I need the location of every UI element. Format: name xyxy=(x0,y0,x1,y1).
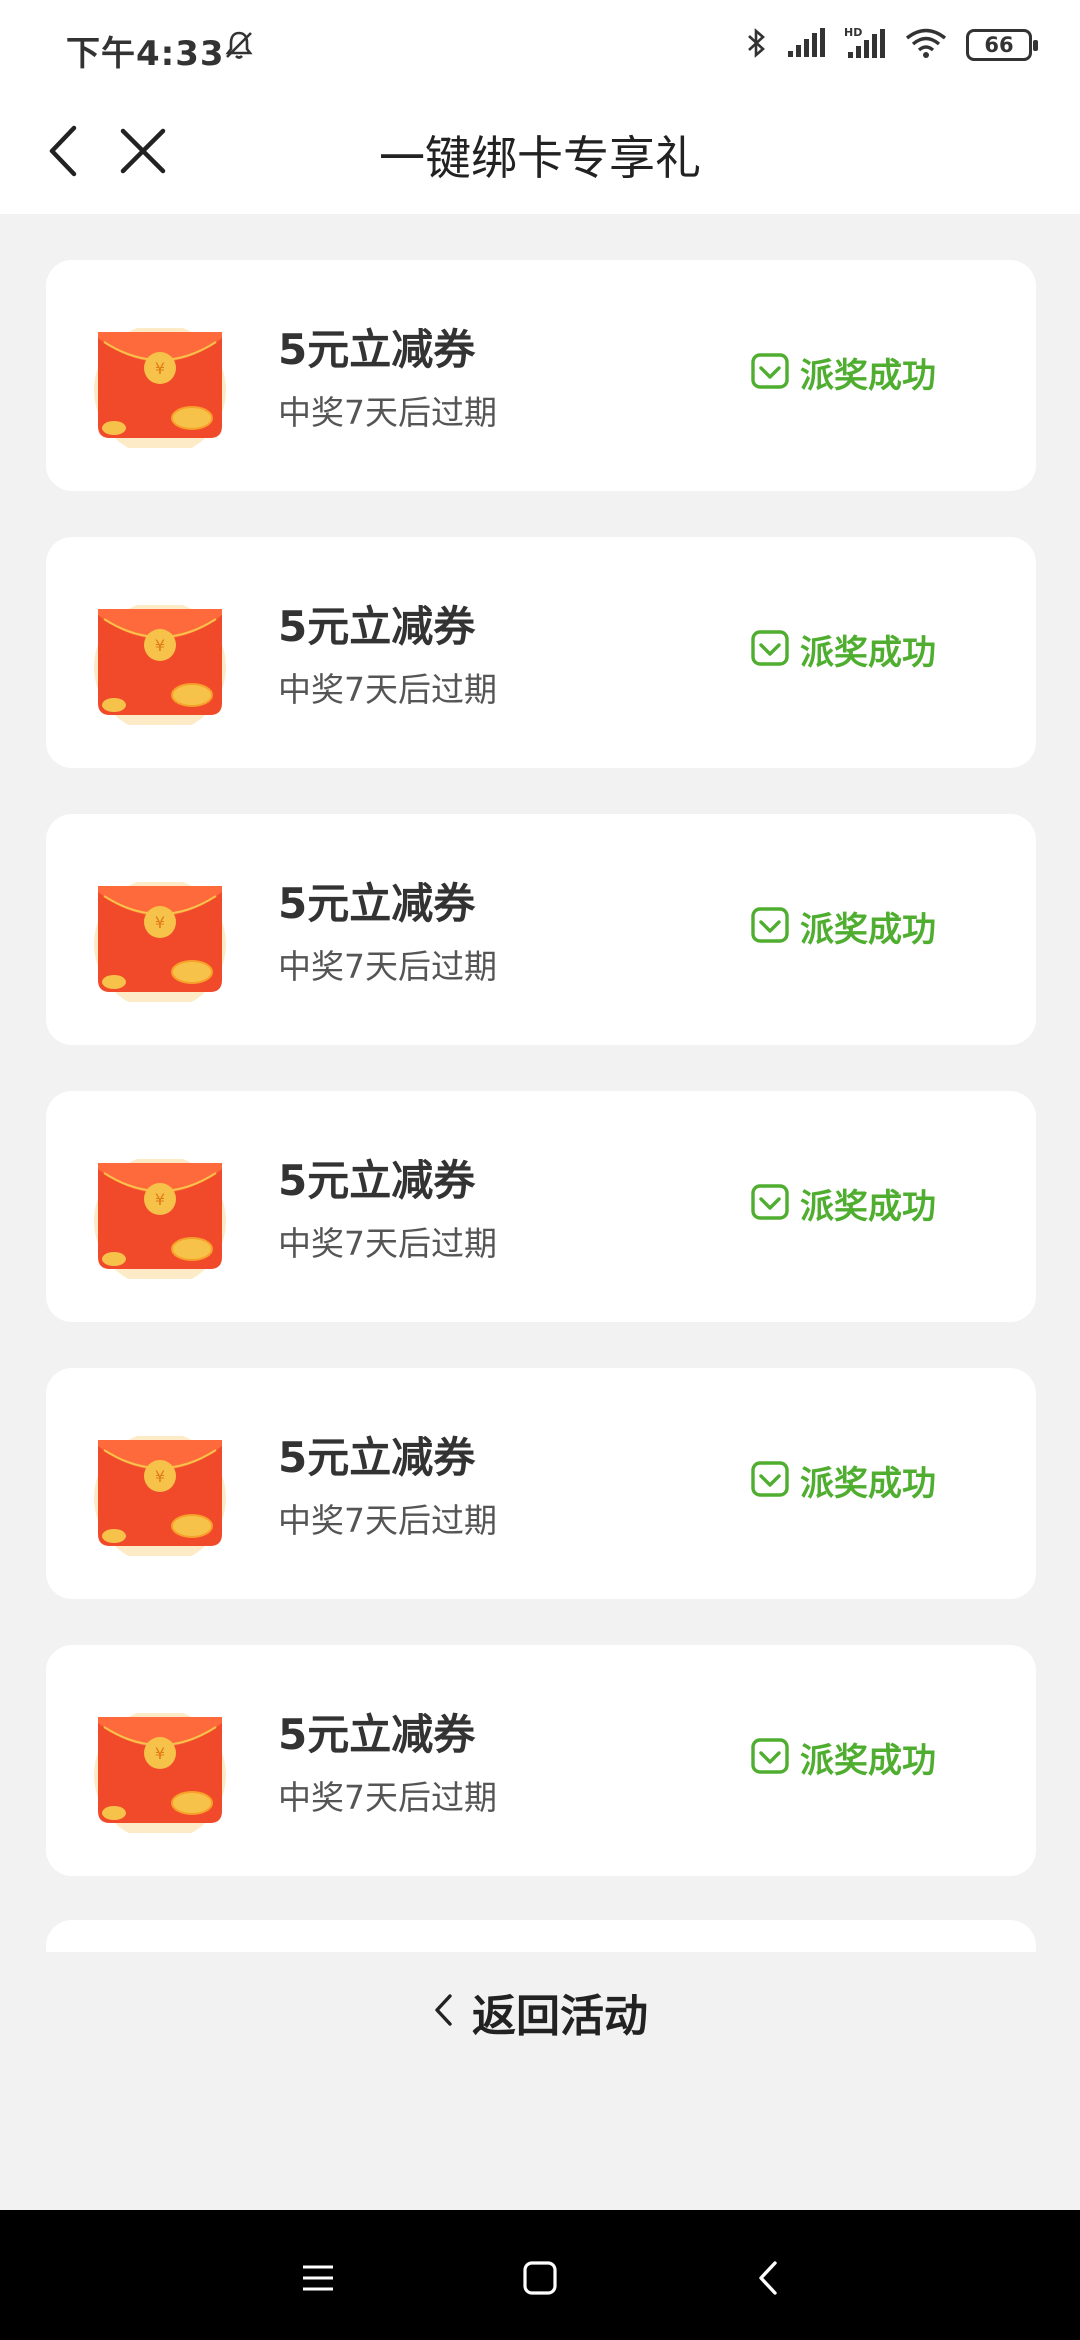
svg-text:¥: ¥ xyxy=(155,359,165,378)
status-badge: 派奖成功 xyxy=(750,1456,936,1505)
status-badge: 派奖成功 xyxy=(750,1733,936,1782)
status-badge: 派奖成功 xyxy=(750,1179,936,1228)
coupon-expiry: 中奖7天后过期 xyxy=(278,1778,497,1817)
coupon-title: 5元立减券 xyxy=(278,602,476,651)
red-envelope-icon: ¥ xyxy=(90,878,230,1010)
coupon-list: ¥ 5元立减券 中奖7天后过期 派奖成功 ¥ 5元立减券 中奖7天后过期 派奖成… xyxy=(46,260,1036,1922)
check-shield-icon xyxy=(750,1182,790,1226)
status-text: 派奖成功 xyxy=(800,1464,936,1504)
coupon-title: 5元立减券 xyxy=(278,1156,476,1205)
signal-icon xyxy=(786,27,826,63)
home-icon[interactable] xyxy=(512,2250,568,2306)
red-envelope-icon: ¥ xyxy=(90,324,230,456)
coupon-expiry: 中奖7天后过期 xyxy=(278,1501,497,1540)
check-shield-icon xyxy=(750,1459,790,1503)
status-text: 派奖成功 xyxy=(800,356,936,396)
nav-bar: 一键绑卡专享礼 xyxy=(0,92,1080,214)
bell-off-icon xyxy=(222,28,256,66)
check-shield-icon xyxy=(750,351,790,395)
coupon-title: 5元立减券 xyxy=(278,879,476,928)
coupon-card[interactable]: ¥ 5元立减券 中奖7天后过期 派奖成功 xyxy=(46,260,1036,491)
system-nav-bar xyxy=(0,2210,1080,2340)
bluetooth-icon xyxy=(744,26,768,64)
red-envelope-icon: ¥ xyxy=(90,1432,230,1564)
status-text: 派奖成功 xyxy=(800,1187,936,1227)
svg-text:¥: ¥ xyxy=(155,1744,165,1763)
svg-text:¥: ¥ xyxy=(155,1190,165,1209)
coupon-expiry: 中奖7天后过期 xyxy=(278,1224,497,1263)
status-badge: 派奖成功 xyxy=(750,625,936,674)
battery-icon: 66 xyxy=(966,29,1038,61)
svg-text:¥: ¥ xyxy=(155,636,165,655)
coupon-title: 5元立减券 xyxy=(278,325,476,374)
coupon-expiry: 中奖7天后过期 xyxy=(278,947,497,986)
coupon-card[interactable]: ¥ 5元立减券 中奖7天后过期 派奖成功 xyxy=(46,1645,1036,1876)
return-label: 返回活动 xyxy=(472,1991,648,2042)
menu-icon[interactable] xyxy=(290,2250,346,2306)
status-icons: HD 66 xyxy=(744,26,1038,64)
status-text: 派奖成功 xyxy=(800,633,936,673)
status-text: 派奖成功 xyxy=(800,1741,936,1781)
status-time: 下午4:33 xyxy=(66,34,225,74)
svg-text:HD: HD xyxy=(844,26,862,39)
check-shield-icon xyxy=(750,905,790,949)
svg-text:¥: ¥ xyxy=(155,913,165,932)
coupon-title: 5元立减券 xyxy=(278,1433,476,1482)
coupon-card[interactable]: ¥ 5元立减券 中奖7天后过期 派奖成功 xyxy=(46,814,1036,1045)
red-envelope-icon: ¥ xyxy=(90,601,230,733)
coupon-title: 5元立减券 xyxy=(278,1710,476,1759)
status-bar: 下午4:33 HD 66 xyxy=(0,0,1080,92)
check-shield-icon xyxy=(750,1736,790,1780)
hd-signal-icon: HD xyxy=(844,26,886,64)
check-shield-icon xyxy=(750,628,790,672)
wifi-icon xyxy=(904,26,948,64)
status-text: 派奖成功 xyxy=(800,910,936,950)
coupon-card[interactable]: ¥ 5元立减券 中奖7天后过期 派奖成功 xyxy=(46,1368,1036,1599)
coupon-expiry: 中奖7天后过期 xyxy=(278,393,497,432)
red-envelope-icon: ¥ xyxy=(90,1155,230,1287)
chevron-left-icon xyxy=(432,1993,454,2031)
status-badge: 派奖成功 xyxy=(750,902,936,951)
coupon-card[interactable]: ¥ 5元立减券 中奖7天后过期 派奖成功 xyxy=(46,1091,1036,1322)
back-icon[interactable] xyxy=(740,2250,796,2306)
coupon-card[interactable]: ¥ 5元立减券 中奖7天后过期 派奖成功 xyxy=(46,537,1036,768)
svg-text:¥: ¥ xyxy=(155,1467,165,1486)
coupon-expiry: 中奖7天后过期 xyxy=(278,670,497,709)
page-title: 一键绑卡专享礼 xyxy=(379,131,701,185)
red-envelope-icon: ¥ xyxy=(90,1709,230,1841)
coupon-card-partial xyxy=(46,1920,1036,1952)
return-button[interactable]: 返回活动 xyxy=(0,1980,1080,2044)
status-badge: 派奖成功 xyxy=(750,348,936,397)
